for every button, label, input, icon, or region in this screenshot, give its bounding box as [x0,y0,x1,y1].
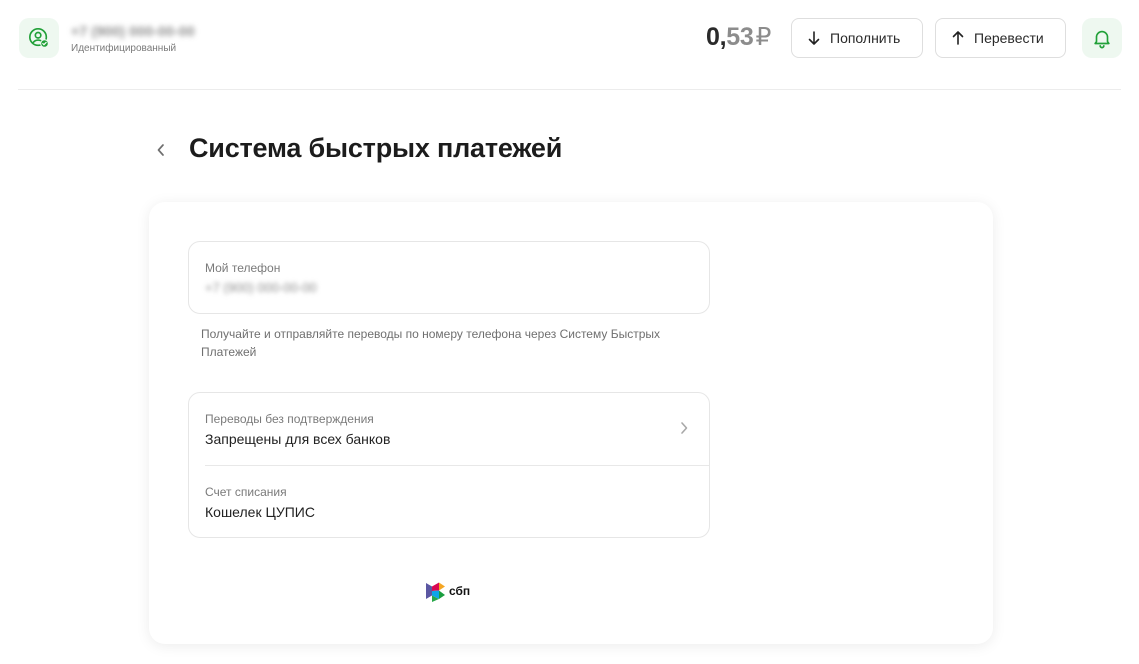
arrow-up-icon [952,31,964,45]
user-status: Идентифицированный [71,43,177,54]
user-verified-icon [29,28,49,48]
chevron-right-icon [681,422,688,434]
arrow-down-icon [808,31,820,45]
back-button[interactable] [150,137,172,163]
debit-account-value: Кошелек ЦУПИС [205,504,315,520]
profile-avatar[interactable] [19,18,59,58]
sbp-settings-list: Переводы без подтверждения Запрещены для… [188,392,710,538]
balance-fraction: 53 [726,23,754,51]
transfers-without-confirmation-value: Запрещены для всех банков [205,431,391,447]
my-phone-label: Мой телефон [205,261,281,275]
sbp-hint-text: Получайте и отправляйте переводы по номе… [201,327,660,359]
transfer-label: Перевести [974,30,1044,46]
debit-account-item: Счет списания Кошелек ЦУПИС [189,466,709,538]
sbp-logo: сбп [426,580,470,602]
my-phone-value: +7 (900) 000-00-00 [205,280,317,295]
header-divider [18,89,1121,90]
chevron-left-icon [157,144,164,156]
app-header: +7 (900) 000-00-00 Идентифицированный 0,… [0,0,1139,90]
topup-button[interactable]: Пополнить [791,18,923,58]
user-phone: +7 (900) 000-00-00 [71,23,195,39]
balance-integer: 0, [706,23,727,51]
page-title: Система быстрых платежей [189,133,563,163]
sbp-logo-icon [426,582,445,602]
sbp-logo-text: сбп [449,584,471,598]
currency-symbol: ₽ [755,23,772,51]
balance: 0,53₽ [706,22,771,52]
transfers-without-confirmation-item[interactable]: Переводы без подтверждения Запрещены для… [189,393,709,466]
bell-icon [1094,30,1110,49]
sbp-settings-card: Мой телефон +7 (900) 000-00-00 Получайте… [149,202,993,644]
debit-account-label: Счет списания [205,485,287,499]
transfers-without-confirmation-label: Переводы без подтверждения [205,412,374,426]
transfer-button[interactable]: Перевести [935,18,1066,58]
topup-label: Пополнить [830,30,901,46]
notifications-button[interactable] [1082,18,1122,58]
my-phone-field: Мой телефон +7 (900) 000-00-00 [188,241,710,314]
